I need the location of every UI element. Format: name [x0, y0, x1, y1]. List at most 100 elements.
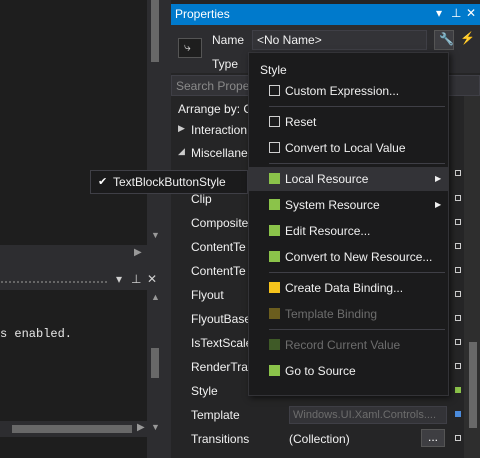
search-placeholder: Search Prope — [176, 79, 250, 93]
properties-title: Properties — [175, 7, 230, 21]
menu-separator — [269, 106, 445, 107]
menu-item-go-to-source[interactable]: Go to Source — [249, 359, 448, 383]
wrench-icon: 🔧 — [439, 32, 454, 46]
menu-header: Style — [260, 63, 287, 77]
type-label: Type — [212, 57, 239, 71]
menu-item-create-data-binding[interactable]: Create Data Binding... — [249, 276, 448, 300]
property-name: Template — [191, 408, 240, 422]
menu-item-custom-expression[interactable]: Custom Expression... — [249, 79, 448, 103]
shortcut-icon: ⤷ — [184, 40, 191, 54]
dropdown-icon[interactable]: ▾ — [116, 272, 122, 286]
name-input[interactable]: <No Name> — [252, 30, 427, 50]
pin-icon[interactable]: ⊥ — [131, 272, 141, 286]
drag-grip[interactable] — [0, 280, 108, 285]
pin-icon[interactable]: ⊥ — [451, 6, 461, 20]
properties-view-button[interactable]: 🔧 — [434, 30, 454, 50]
property-marker[interactable] — [455, 339, 461, 345]
property-row-transitions[interactable]: Transitions (Collection) ... — [171, 427, 461, 451]
scroll-right-arrow-icon[interactable]: ▶ — [137, 422, 145, 433]
property-value[interactable]: Windows.UI.Xaml.Controls.... — [289, 406, 447, 424]
scrollbar-thumb[interactable] — [469, 342, 477, 428]
menu-item-local-resource[interactable]: Local Resource ▶ — [249, 167, 448, 191]
scrollbar-thumb[interactable] — [151, 0, 159, 62]
element-type-button[interactable]: ⤷ — [178, 38, 202, 58]
property-marker[interactable] — [455, 363, 461, 369]
properties-title-bar: Properties ▾ ⊥ ✕ — [171, 4, 480, 25]
menu-item-label: Create Data Binding... — [285, 281, 404, 295]
panel-splitter[interactable] — [163, 0, 171, 458]
collapse-arrow-icon[interactable]: ◢ — [178, 146, 185, 157]
menu-separator — [269, 163, 445, 164]
source-icon — [269, 365, 280, 376]
resource-icon — [269, 251, 280, 262]
menu-separator — [269, 272, 445, 273]
properties-vertical-scrollbar[interactable] — [464, 96, 480, 458]
name-label: Name — [212, 33, 245, 47]
lightning-icon: ⚡ — [460, 31, 475, 45]
property-name: Composite — [191, 216, 249, 230]
property-name: RenderTran — [191, 360, 255, 374]
property-marker[interactable] — [455, 267, 461, 273]
property-marker[interactable] — [455, 435, 461, 441]
property-marker[interactable] — [455, 315, 461, 321]
menu-item-label: Edit Resource... — [285, 224, 371, 238]
resource-icon — [269, 173, 280, 184]
checkmark-icon: ✔ — [98, 176, 108, 188]
submenu-item-textblockbuttonstyle[interactable]: TextBlockButtonStyle — [113, 175, 226, 189]
menu-item-convert-new-resource[interactable]: Convert to New Resource... — [249, 245, 448, 269]
panel-gap — [0, 261, 163, 271]
menu-item-label: Template Binding — [285, 307, 378, 321]
menu-item-convert-local-value[interactable]: Convert to Local Value — [249, 136, 448, 160]
property-marker-local-resource[interactable] — [455, 387, 461, 393]
property-marker[interactable] — [455, 219, 461, 225]
style-context-menu: Style Custom Expression... Reset Convert… — [248, 52, 449, 396]
property-name: Clip — [191, 192, 212, 206]
menu-item-reset[interactable]: Reset — [249, 110, 448, 134]
property-name: IsTextScale — [191, 336, 253, 350]
output-panel-header: ▾ ⊥ ✕ — [0, 271, 163, 290]
menu-item-label: Custom Expression... — [285, 84, 400, 98]
output-horizontal-scrollbar[interactable]: ▶ — [0, 421, 147, 437]
record-icon — [269, 339, 280, 350]
menu-item-edit-resource[interactable]: Edit Resource... — [249, 219, 448, 243]
expand-arrow-icon[interactable]: ▶ — [178, 123, 185, 134]
property-row-template[interactable]: Template Windows.UI.Xaml.Controls.... — [171, 403, 461, 427]
property-name: ContentTe — [191, 240, 246, 254]
property-marker[interactable] — [455, 243, 461, 249]
submenu-arrow-icon: ▶ — [435, 174, 442, 183]
property-marker[interactable] — [455, 291, 461, 297]
property-name: ContentTe — [191, 264, 246, 278]
dropdown-icon[interactable]: ▾ — [436, 6, 442, 20]
events-view-button[interactable]: ⚡ — [456, 30, 476, 50]
output-text: s enabled. — [0, 327, 73, 341]
scroll-right-arrow-icon[interactable]: ▶ — [134, 247, 142, 258]
menu-item-record-current-value: Record Current Value — [249, 333, 448, 357]
property-name: Flyout — [191, 288, 224, 302]
menu-separator — [269, 329, 445, 330]
scrollbar-thumb[interactable] — [151, 348, 159, 378]
property-marker[interactable] — [455, 170, 461, 176]
close-icon[interactable]: ✕ — [147, 272, 157, 286]
scrollbar-thumb[interactable] — [12, 425, 132, 433]
menu-item-label: Record Current Value — [285, 338, 401, 352]
property-marker[interactable] — [455, 195, 461, 201]
property-name: Style — [191, 384, 218, 398]
menu-item-label: Local Resource — [285, 172, 369, 186]
editor-horizontal-scrollbar[interactable]: ▶ — [0, 245, 163, 261]
close-icon[interactable]: ✕ — [466, 6, 476, 20]
editor-vertical-scrollbar[interactable]: ▼ — [147, 0, 163, 245]
editor-area — [0, 0, 163, 245]
scroll-down-arrow-icon[interactable]: ▼ — [151, 230, 160, 240]
menu-item-system-resource[interactable]: System Resource ▶ — [249, 193, 448, 217]
empty-box-icon — [269, 116, 280, 127]
scroll-up-arrow-icon[interactable]: ▲ — [151, 292, 160, 302]
menu-item-label: System Resource — [285, 198, 380, 212]
scroll-down-arrow-icon[interactable]: ▼ — [151, 422, 160, 432]
arrange-by-label: Arrange by: C — [178, 102, 253, 116]
binding-icon — [269, 282, 280, 293]
binding-icon — [269, 308, 280, 319]
edit-collection-button[interactable]: ... — [421, 429, 445, 447]
output-vertical-scrollbar[interactable]: ▲ ▼ — [147, 290, 163, 458]
menu-item-label: Reset — [285, 115, 317, 129]
property-marker-inherited[interactable] — [455, 411, 461, 417]
